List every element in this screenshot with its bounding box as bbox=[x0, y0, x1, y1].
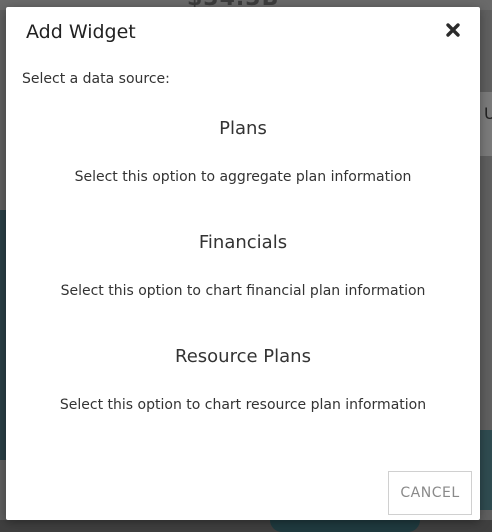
background-panel bbox=[480, 92, 492, 156]
close-icon bbox=[445, 22, 461, 42]
add-widget-dialog: Add Widget Select a data source: Plans S… bbox=[6, 7, 480, 520]
option-title: Resource Plans bbox=[175, 346, 311, 367]
option-resource-plans[interactable]: Resource Plans Select this option to cha… bbox=[6, 346, 480, 414]
option-description: Select this option to chart financial pl… bbox=[60, 283, 426, 299]
dialog-title: Add Widget bbox=[26, 21, 136, 43]
background-label: U bbox=[484, 104, 492, 123]
background-chart-edge-right bbox=[480, 430, 492, 510]
option-title: Financials bbox=[198, 232, 288, 253]
data-source-prompt: Select a data source: bbox=[22, 71, 170, 87]
option-title: Plans bbox=[219, 118, 267, 139]
cancel-button[interactable]: CANCEL bbox=[388, 471, 472, 515]
option-plans[interactable]: Plans Select this option to aggregate pl… bbox=[6, 118, 480, 186]
option-financials[interactable]: Financials Select this option to chart f… bbox=[6, 232, 480, 300]
option-description: Select this option to chart resource pla… bbox=[59, 397, 427, 413]
close-button[interactable] bbox=[442, 21, 464, 43]
background-chart-arc bbox=[270, 520, 420, 532]
option-description: Select this option to aggregate plan inf… bbox=[74, 169, 412, 185]
